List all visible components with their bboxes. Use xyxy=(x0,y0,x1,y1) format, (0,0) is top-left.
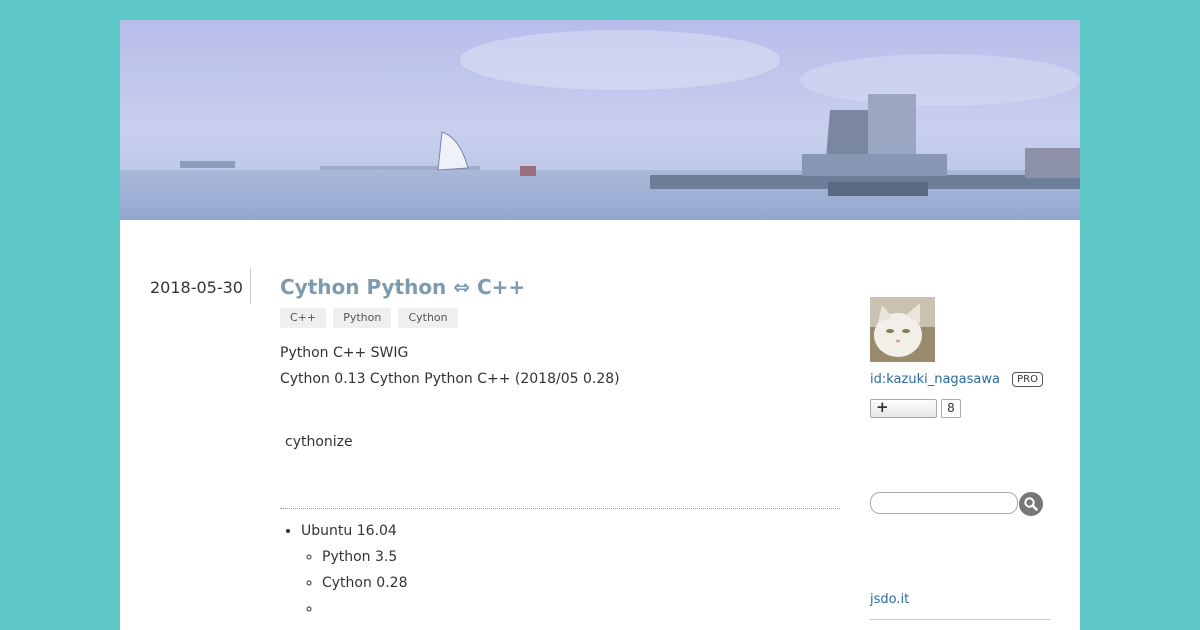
magnifier-icon xyxy=(1024,497,1038,511)
search-input[interactable] xyxy=(870,492,1018,514)
header-photo-harbor xyxy=(120,20,1080,220)
sidebar-profile: id:kazuki_nagasawa PRO + 8 xyxy=(870,297,1050,419)
environment-sublist: Python 3.5 Cython 0.28 xyxy=(301,544,407,622)
list-item: Python 3.5 xyxy=(322,544,407,570)
section-divider xyxy=(280,508,840,509)
entry-paragraph-1: Python C++ SWIG xyxy=(280,345,409,361)
sidebar-divider xyxy=(870,619,1050,620)
tag-cython[interactable]: Cython xyxy=(398,308,458,328)
entry-paragraph-3: cythonize xyxy=(285,434,353,450)
list-item: Cython 0.28 xyxy=(322,570,407,596)
entry-paragraph-2: Cython 0.13 Cython Python C++ (2018/05 0… xyxy=(280,371,620,387)
subscribe-button[interactable]: + xyxy=(870,398,937,418)
plus-icon: + xyxy=(876,398,889,416)
entry-tags: C++ Python Cython xyxy=(280,306,840,330)
entry-date: 2018-05-30 xyxy=(150,278,243,297)
search-button[interactable] xyxy=(1019,492,1043,516)
avatar[interactable] xyxy=(870,297,935,362)
user-id-link[interactable]: id:kazuki_nagasawa xyxy=(870,372,1000,387)
user-row: id:kazuki_nagasawa PRO xyxy=(870,372,1050,390)
tag-python[interactable]: Python xyxy=(333,308,392,328)
environment-list: Ubuntu 16.04 Python 3.5 Cython 0.28 xyxy=(280,518,407,622)
list-item xyxy=(322,596,407,622)
entry-title-link[interactable]: Cython Python ⇔ C++ xyxy=(280,274,840,302)
pro-badge: PRO xyxy=(1012,372,1043,387)
jsdo-link[interactable]: jsdo.it xyxy=(870,592,909,607)
subscribe-widget: + 8 xyxy=(870,398,1050,419)
list-item: Ubuntu 16.04 Python 3.5 Cython 0.28 xyxy=(301,518,407,622)
date-divider xyxy=(250,268,251,304)
tag-cpp[interactable]: C++ xyxy=(280,308,327,328)
entry-body: Cython Python ⇔ C++ C++ Python Cython Py… xyxy=(280,274,840,455)
subscriber-count: 8 xyxy=(941,399,961,418)
search-form xyxy=(870,492,1045,516)
list-item-os: Ubuntu 16.04 xyxy=(301,523,397,539)
